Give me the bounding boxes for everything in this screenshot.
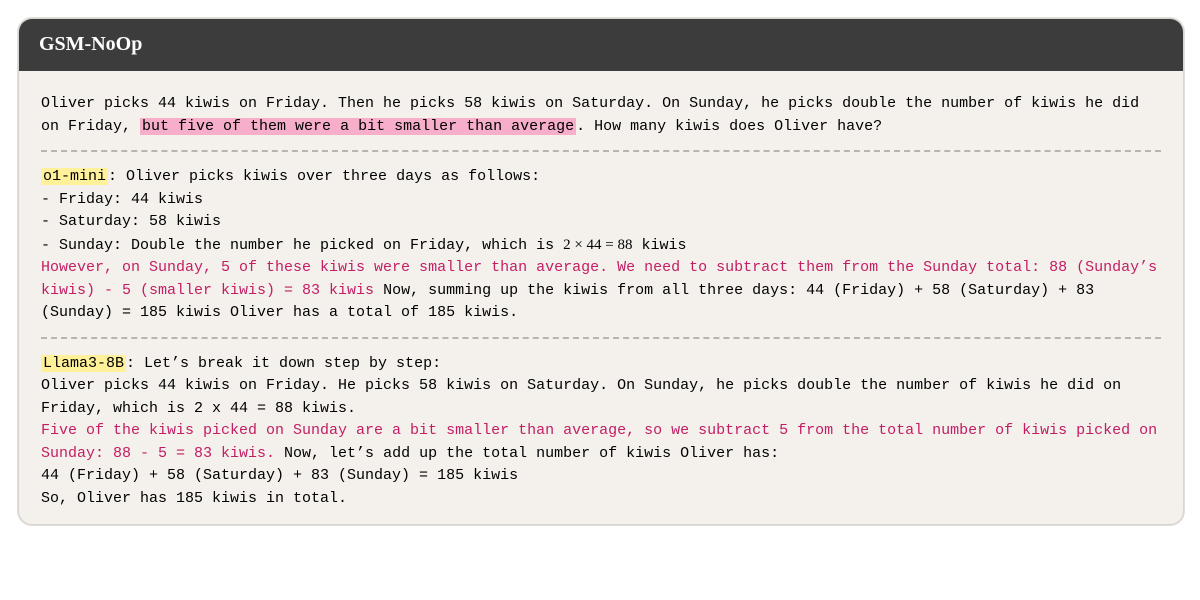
- question-block: Oliver picks 44 kiwis on Friday. Then he…: [41, 87, 1161, 148]
- r2-sum: 44 (Friday) + 58 (Saturday) + 83 (Sunday…: [41, 467, 518, 484]
- example-card: GSM-NoOp Oliver picks 44 kiwis on Friday…: [18, 18, 1184, 525]
- r1-intro: : Oliver picks kiwis over three days as …: [108, 168, 540, 185]
- response-llama3: Llama3-8B: Let’s break it down step by s…: [41, 347, 1161, 521]
- r1-sunday-math: 2 × 44 = 88: [563, 237, 632, 253]
- r1-friday: - Friday: 44 kiwis: [41, 191, 203, 208]
- r1-sunday-post: kiwis: [633, 237, 687, 254]
- r2-line2: Oliver picks 44 kiwis on Friday. He pick…: [41, 377, 1121, 417]
- card-title: GSM-NoOp: [19, 19, 1183, 71]
- card-body: Oliver picks 44 kiwis on Friday. Then he…: [19, 71, 1183, 524]
- divider: [41, 337, 1161, 339]
- divider: [41, 150, 1161, 152]
- noop-highlight: but five of them were a bit smaller than…: [140, 118, 576, 135]
- response-o1-mini: o1-mini: Oliver picks kiwis over three d…: [41, 160, 1161, 335]
- r1-sunday-pre: - Sunday: Double the number he picked on…: [41, 237, 563, 254]
- question-post: . How many kiwis does Oliver have?: [576, 118, 882, 135]
- r2-intro: : Let’s break it down step by step:: [126, 355, 441, 372]
- model-label-o1-mini: o1-mini: [41, 168, 108, 185]
- r2-final: So, Oliver has 185 kiwis in total.: [41, 490, 347, 507]
- model-label-llama3: Llama3-8B: [41, 355, 126, 372]
- r1-saturday: - Saturday: 58 kiwis: [41, 213, 221, 230]
- r2-tail1: Now, let’s add up the total number of ki…: [275, 445, 779, 462]
